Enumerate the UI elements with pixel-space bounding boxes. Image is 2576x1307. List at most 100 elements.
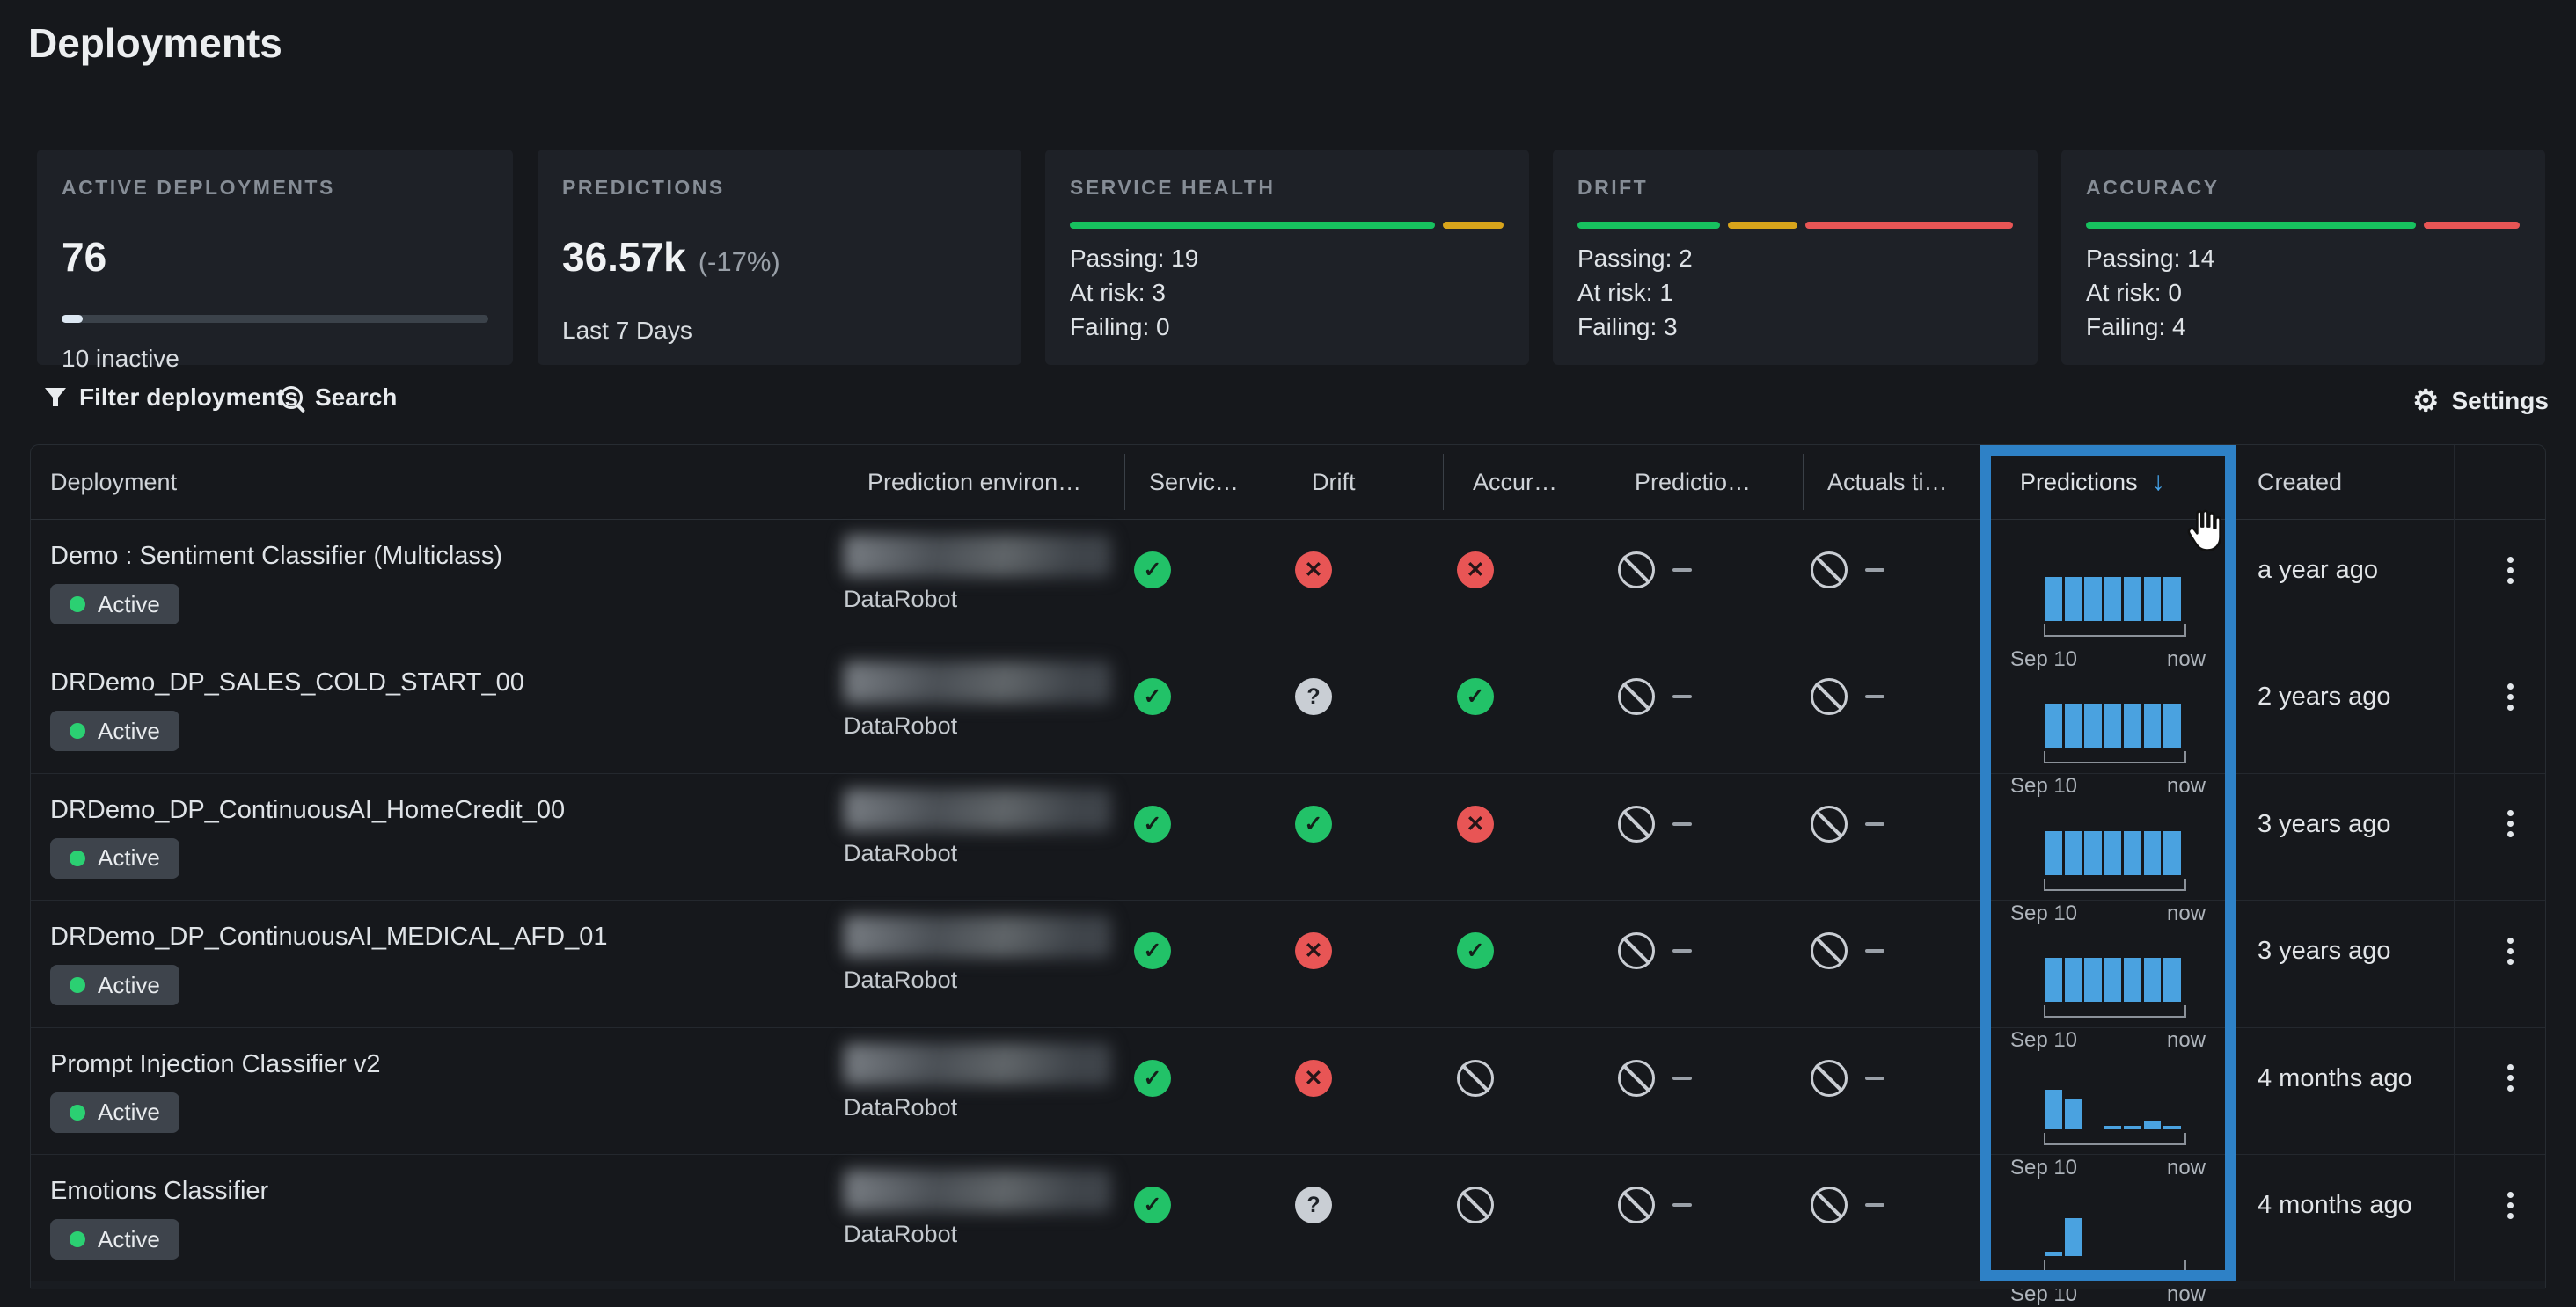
environment-name-redacted [844,535,1111,577]
column-header-predictions-timeliness[interactable]: Predictio… [1635,445,1751,519]
histogram-bar [2144,958,2162,1002]
check-circle-icon: ✓ [1457,932,1494,969]
histogram-bar [2144,704,2162,748]
predictions-histogram [2045,704,2185,748]
status-badge-label: Active [98,718,160,745]
table-row[interactable]: Emotions Classifier Active DataRobot ✓ ?… [31,1154,2545,1281]
histogram-bar [2065,958,2082,1002]
row-menu-button[interactable] [2491,551,2529,589]
column-header-created[interactable]: Created [2258,445,2342,519]
card-label: ACTIVE DEPLOYMENTS [62,176,488,200]
table-row[interactable]: Demo : Sentiment Classifier (Multiclass)… [31,519,2545,646]
hand-cursor-icon [2184,506,2225,555]
created-cell: 4 months ago [2258,1191,2412,1220]
column-header-service-health[interactable]: Servic… [1149,445,1239,519]
predictions-timeliness-status [1618,1060,1692,1097]
column-header-actuals-timeliness[interactable]: Actuals ti… [1827,445,1948,519]
environment-name-redacted [844,1043,1111,1085]
predictions-delta: (-17%) [699,246,780,277]
deployment-name[interactable]: Prompt Injection Classifier v2 [50,1050,381,1079]
active-dot-icon [70,596,85,612]
dash-icon [1672,1203,1692,1207]
histogram-bar [2104,958,2122,1002]
table-row[interactable]: Prompt Injection Classifier v2 Active Da… [31,1027,2545,1155]
settings-label: Settings [2451,387,2548,415]
passing-segment [2086,222,2416,229]
settings-button[interactable]: ⚙ Settings [2412,383,2549,419]
histogram-bar [2065,1099,2082,1129]
histogram-bar [2045,704,2062,748]
predictions-histogram [2045,577,2185,621]
status-badge-label: Active [98,844,160,872]
passing-count: Passing: 14 [2086,241,2214,275]
deployment-name[interactable]: DRDemo_DP_SALES_COLD_START_00 [50,668,524,697]
row-menu-button[interactable] [2491,1059,2529,1098]
dash-icon [1865,1077,1884,1080]
accuracy-stats: Passing: 14 At risk: 0 Failing: 4 [2086,241,2214,344]
check-circle-icon: ✓ [1134,1187,1171,1223]
column-header-accuracy[interactable]: Accur… [1473,445,1557,519]
table-row[interactable]: DRDemo_DP_ContinuousAI_HomeCredit_00 Act… [31,773,2545,901]
dash-icon [1672,695,1692,698]
histogram-bar [2045,831,2062,875]
active-progress-track [62,315,488,323]
row-menu-button[interactable] [2491,931,2529,970]
filter-deployments-button[interactable]: Filter deployments [44,383,298,412]
accuracy-status: ✕ [1457,806,1494,843]
deployment-name[interactable]: Emotions Classifier [50,1177,268,1206]
row-menu-button[interactable] [2491,677,2529,716]
histogram-bar [2045,1090,2062,1129]
failing-count: Failing: 0 [1070,310,1198,344]
column-header-deployment[interactable]: Deployment [50,445,177,519]
column-header-predictions-sorted[interactable]: Predictions ↓ [2020,445,2165,519]
passing-segment [1577,222,1720,229]
row-menu-button[interactable] [2491,1186,2529,1224]
search-icon [280,386,303,409]
status-badge: Active [50,584,179,624]
status-badge-label: Active [98,1226,160,1253]
column-header-drift[interactable]: Drift [1312,445,1356,519]
failing-count: Failing: 3 [1577,310,1693,344]
service-health-status: ✓ [1134,678,1171,715]
no-data-icon [1811,806,1848,843]
environment-platform: DataRobot [844,840,957,867]
histogram-bar [2045,958,2062,1002]
service-health-status: ✓ [1134,806,1171,843]
dash-icon [1865,695,1884,698]
status-badge-label: Active [98,591,160,618]
deployment-name[interactable]: DRDemo_DP_ContinuousAI_HomeCredit_00 [50,796,565,825]
predictions-timeliness-status [1618,806,1692,843]
status-badge: Active [50,965,179,1005]
x-circle-icon: ✕ [1295,1060,1332,1097]
no-data-icon [1618,1187,1655,1223]
no-data-icon [1618,1060,1655,1097]
dash-icon [1672,568,1692,572]
deployment-name[interactable]: DRDemo_DP_ContinuousAI_MEDICAL_AFD_01 [50,923,607,952]
histogram-bar [2104,704,2122,748]
accuracy-status: ✓ [1457,932,1494,969]
dash-icon [1865,568,1884,572]
card-label: PREDICTIONS [562,176,997,200]
status-badge-label: Active [98,1099,160,1126]
search-button[interactable]: Search [280,383,397,412]
row-menu-button[interactable] [2491,805,2529,843]
no-data-icon [1618,551,1655,588]
check-circle-icon: ✓ [1134,1060,1171,1097]
inactive-count: 10 inactive [62,345,179,373]
column-header-prediction-environment[interactable]: Prediction environ… [867,445,1081,519]
question-circle-icon: ? [1295,1187,1332,1223]
service-health-status: ✓ [1134,932,1171,969]
histogram-bar [2124,577,2141,621]
at-risk-count: At risk: 3 [1070,275,1198,310]
deployment-name[interactable]: Demo : Sentiment Classifier (Multiclass) [50,542,502,571]
table-row[interactable]: DRDemo_DP_ContinuousAI_MEDICAL_AFD_01 Ac… [31,900,2545,1027]
table-row[interactable]: DRDemo_DP_SALES_COLD_START_00 Active Dat… [31,646,2545,773]
no-data-icon [1457,1187,1494,1223]
accuracy-segment-bar [2086,222,2521,229]
histogram-bar [2144,577,2162,621]
card-label: SERVICE HEALTH [1070,176,1504,200]
histogram-bar [2104,1126,2122,1129]
dash-icon [1672,1077,1692,1080]
created-cell: a year ago [2258,556,2378,585]
passing-count: Passing: 2 [1577,241,1693,275]
